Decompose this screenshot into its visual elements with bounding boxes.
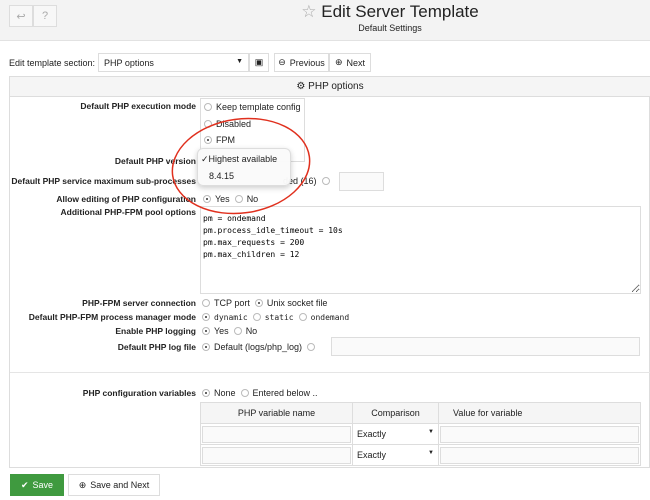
log-file-default[interactable]: Default (logs/php_log): [202, 342, 319, 352]
checkmark-icon: ✓: [201, 154, 209, 164]
section-value: PHP options: [104, 58, 154, 68]
table-row: Exactly ▼: [200, 444, 641, 466]
config-vars-label: PHP configuration variables: [82, 388, 196, 398]
chevron-down-icon: ▼: [428, 450, 434, 456]
logging-label: Enable PHP logging: [115, 326, 196, 336]
var-name-input[interactable]: [202, 446, 351, 464]
check-circle-icon: ✔: [20, 479, 29, 490]
col-comparison: Comparison: [352, 402, 439, 424]
save-and-next-button[interactable]: ⊕ Save and Next: [68, 474, 160, 496]
logging-radios[interactable]: Yes No: [202, 326, 257, 336]
previous-label: Previous: [289, 57, 325, 68]
section-label: Edit template section:: [9, 58, 96, 68]
comparison-select[interactable]: Exactly ▼: [353, 450, 438, 460]
exec-mode-disabled[interactable]: Disabled: [204, 119, 251, 129]
view-section-button[interactable]: ▣: [249, 53, 269, 72]
allow-edit-radios[interactable]: Yes No: [203, 194, 258, 204]
config-vars-radios[interactable]: None Entered below ..: [202, 388, 318, 398]
divider: [10, 372, 650, 373]
comparison-select[interactable]: Exactly ▼: [353, 429, 438, 439]
panel-header: ⚙ PHP options: [10, 77, 650, 97]
log-file-input[interactable]: [331, 337, 640, 356]
circle-right-icon: ⊕: [78, 479, 87, 490]
chevron-down-icon: ▼: [428, 429, 434, 435]
circle-right-icon: ⊕: [334, 57, 343, 67]
page-title: ☆ Edit Server Template: [0, 2, 650, 22]
pool-options-label: Additional PHP-FPM pool options: [60, 207, 196, 217]
pm-mode-label: Default PHP-FPM process manager mode: [28, 312, 196, 322]
next-label: Next: [346, 57, 366, 68]
col-value: Value for variable: [438, 402, 641, 424]
chevron-down-icon: ▼: [236, 58, 243, 65]
subprocesses-input[interactable]: [339, 172, 384, 191]
php-version-dropdown[interactable]: ✓Highest available 8.4.15: [197, 148, 291, 186]
connection-radios[interactable]: TCP port Unix socket file: [202, 298, 327, 308]
pool-options-textarea[interactable]: pm = ondemand pm.process_idle_timeout = …: [200, 206, 641, 294]
exec-mode-label: Default PHP execution mode: [80, 101, 196, 111]
save-button[interactable]: ✔ Save: [10, 474, 64, 496]
panel-title: PHP options: [308, 81, 364, 92]
table-row: Exactly ▼: [200, 423, 641, 445]
log-file-label: Default PHP log file: [117, 342, 196, 352]
connection-label: PHP-FPM server connection: [82, 298, 196, 308]
var-value-input[interactable]: [440, 425, 639, 443]
var-name-input[interactable]: [202, 425, 351, 443]
col-name: PHP variable name: [200, 402, 353, 424]
previous-button[interactable]: ⊖ Previous: [274, 53, 329, 72]
circle-left-icon: ⊖: [278, 57, 286, 67]
star-outline-icon[interactable]: ☆: [301, 2, 316, 21]
dropdown-option-highest[interactable]: ✓Highest available: [198, 153, 290, 166]
dropdown-option-8415[interactable]: 8.4.15: [198, 166, 290, 186]
exec-mode-fpm[interactable]: FPM: [204, 135, 235, 145]
table-header: PHP variable name Comparison Value for var…: [200, 402, 641, 424]
page-subtitle: Default Settings: [358, 23, 422, 33]
config-vars-table: PHP variable name Comparison Value for var…: [200, 402, 641, 466]
allow-edit-label: Allow editing of PHP configuration: [56, 194, 196, 204]
php-version-label: Default PHP version: [114, 156, 196, 166]
document-icon: ▣: [254, 57, 264, 67]
next-button[interactable]: ⊕ Next: [329, 53, 371, 72]
section-select[interactable]: PHP options ▼: [98, 53, 249, 72]
pm-mode-radios[interactable]: dynamic static ondemand: [202, 312, 349, 322]
var-value-input[interactable]: [440, 446, 639, 464]
save-label: Save: [32, 480, 54, 490]
exec-mode-keep[interactable]: Keep template config: [204, 102, 301, 112]
gear-icon: ⚙: [296, 81, 306, 92]
subprocesses-label: Default PHP service maximum sub-processe…: [11, 176, 196, 186]
save-next-label: Save and Next: [90, 480, 150, 490]
title-text: Edit Server Template: [321, 2, 479, 21]
